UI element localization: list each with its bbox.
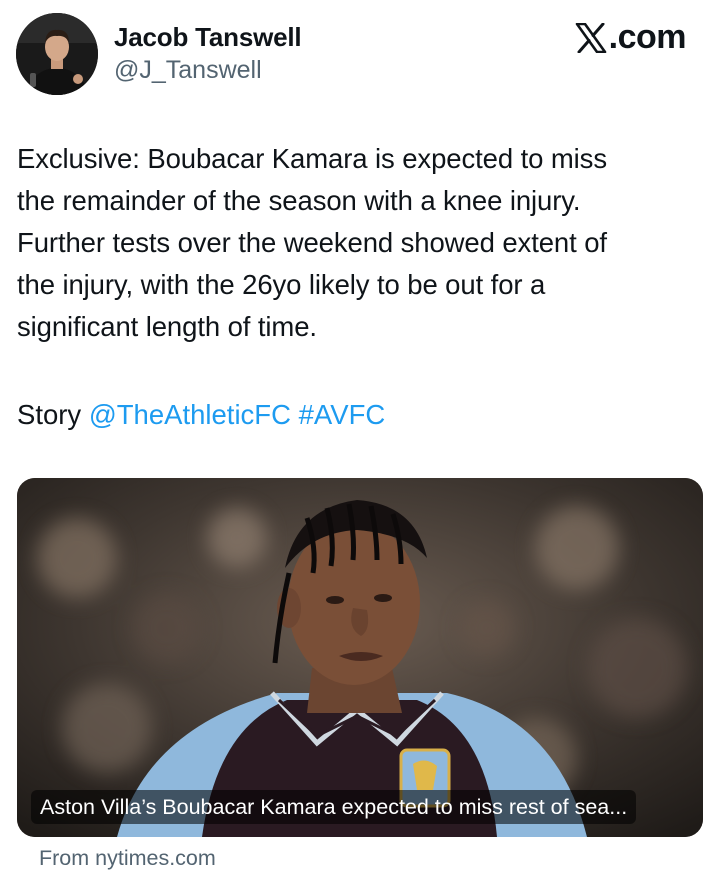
mention-link[interactable]: @TheAthleticFC [89,399,291,430]
x-logo-icon [575,22,606,53]
x-brand: .com [575,18,687,57]
tweet-line: the injury, with the 26yo likely to be o… [17,269,546,300]
story-prefix: Story [17,399,82,430]
tweet-text: Exclusive: Boubacar Kamara is expected t… [17,138,707,348]
player-photo [17,478,703,837]
tweet-line: Exclusive: Boubacar Kamara is expected t… [17,143,607,174]
tweet-line: Further tests over the weekend showed ex… [17,227,607,258]
tweet-line: significant length of time. [17,311,317,342]
story-line: Story @TheAthleticFC #AVFC [17,394,385,436]
link-card[interactable] [17,478,703,837]
card-source[interactable]: From nytimes.com [39,846,216,871]
tweet-line: the remainder of the season with a knee … [17,185,581,216]
tweet-screenshot: Jacob Tanswell @J_Tanswell .com Exclusiv… [0,0,720,872]
author-display-name[interactable]: Jacob Tanswell [114,22,302,53]
author-handle[interactable]: @J_Tanswell [114,56,262,85]
hashtag-link[interactable]: #AVFC [299,399,386,430]
card-caption[interactable]: Aston Villa’s Boubacar Kamara expected t… [31,790,637,824]
author-avatar[interactable] [16,13,98,95]
brand-domain: .com [608,18,687,56]
